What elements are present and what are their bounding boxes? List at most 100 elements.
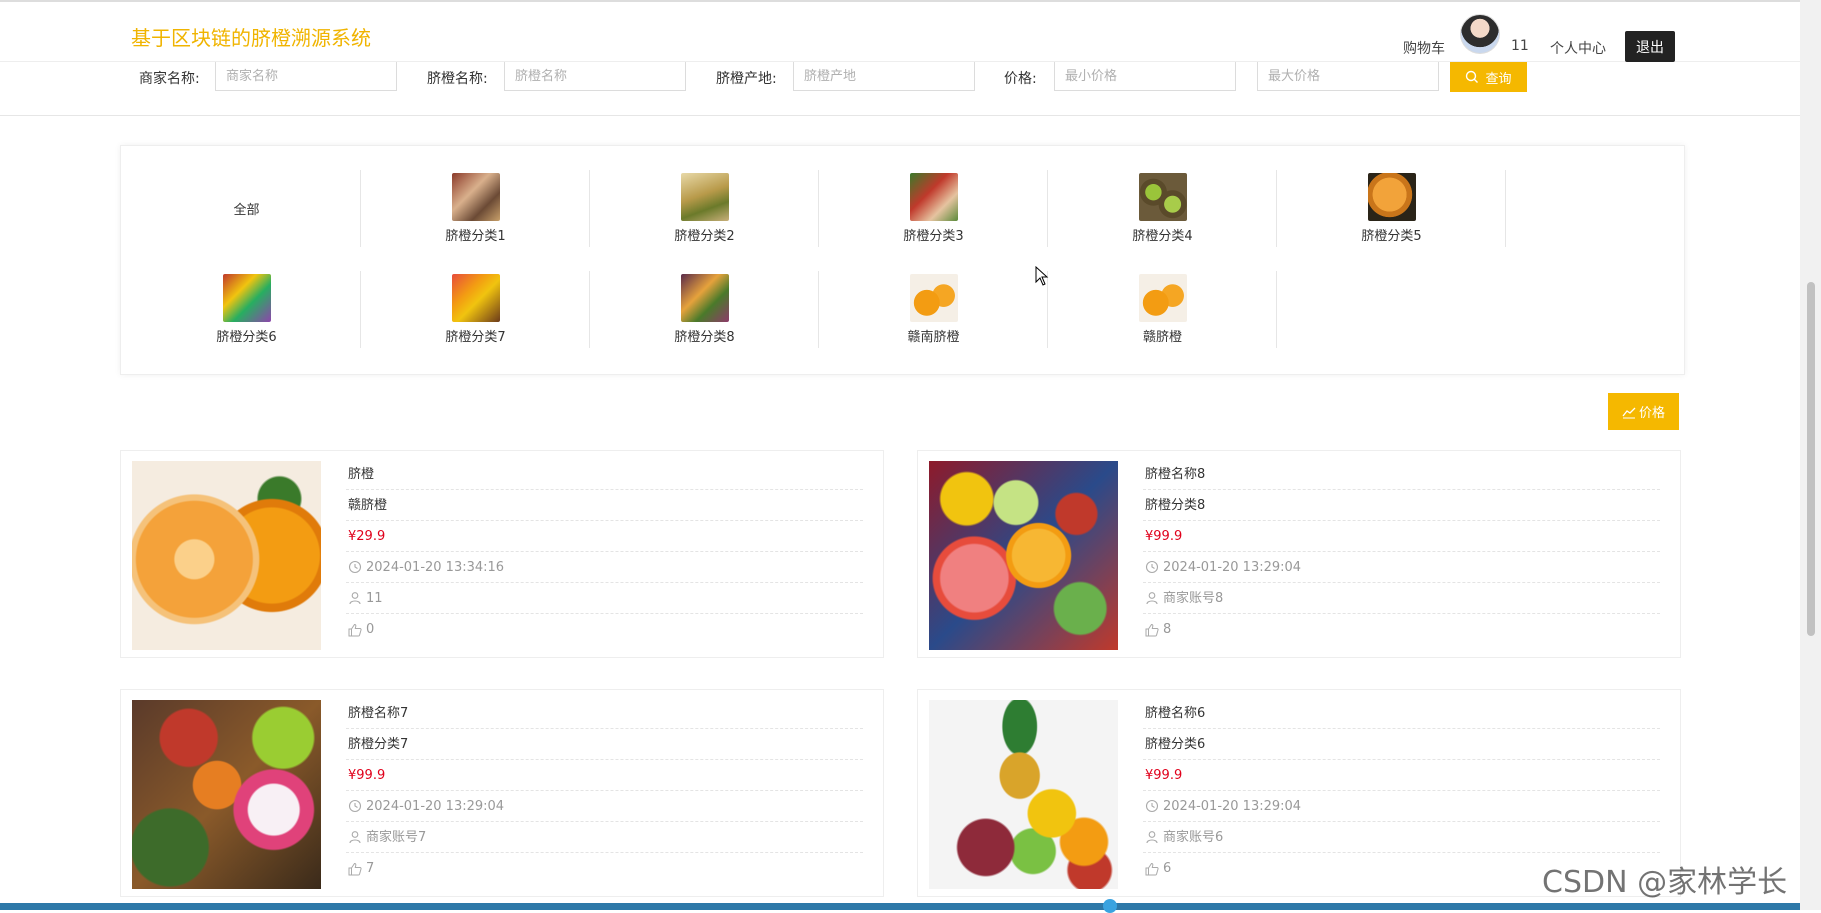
origin-input[interactable] bbox=[793, 62, 975, 91]
category-thumbnail bbox=[1138, 173, 1187, 221]
product-image[interactable] bbox=[132, 700, 321, 889]
product-image[interactable] bbox=[929, 461, 1118, 650]
bottom-progress-bar bbox=[0, 903, 1800, 910]
site-title[interactable]: 基于区块链的脐橙溯源系统 bbox=[131, 22, 371, 51]
category-label: 全部 bbox=[233, 203, 260, 218]
search-bar: 商家名称: 脐橙名称: 脐橙产地: 价格: 查询 bbox=[0, 62, 1800, 116]
product-likes: 0 bbox=[366, 622, 375, 637]
user-icon bbox=[349, 831, 361, 844]
product-merchant: 11 bbox=[366, 590, 383, 606]
name-input[interactable] bbox=[504, 62, 686, 91]
category-label: 脐橙分类2 bbox=[674, 229, 735, 244]
product-name[interactable]: 脐橙 bbox=[346, 459, 863, 490]
name-label: 脐橙名称: bbox=[427, 71, 488, 87]
product-image[interactable] bbox=[132, 461, 321, 650]
category-panel: 全部 脐橙分类1 脐橙分类2 脐橙分类3 脐橙分类4 脐橙分类5 脐橙分类6 脐… bbox=[120, 145, 1685, 375]
product-name[interactable]: 脐橙名称6 bbox=[1143, 698, 1660, 729]
category-thumbnail bbox=[1367, 173, 1416, 221]
user-icon bbox=[349, 592, 361, 605]
product-time: 2024-01-20 13:29:04 bbox=[366, 798, 505, 814]
product-category: 脐橙分类8 bbox=[1143, 490, 1660, 521]
category-thumbnail bbox=[451, 173, 500, 221]
product-likes-row: 0 bbox=[346, 614, 863, 645]
search-icon bbox=[1466, 70, 1479, 83]
username: 11 bbox=[1511, 38, 1529, 54]
category-thumbnail bbox=[680, 274, 729, 322]
min-price-input[interactable] bbox=[1054, 62, 1236, 91]
sort-by-price-button[interactable]: 价格 bbox=[1608, 393, 1679, 430]
progress-handle[interactable] bbox=[1103, 899, 1117, 913]
product-time: 2024-01-20 13:34:16 bbox=[366, 559, 505, 575]
category-label: 脐橙分类3 bbox=[903, 229, 964, 244]
product-time-row: 2024-01-20 13:29:04 bbox=[346, 791, 863, 822]
category-thumbnail bbox=[680, 173, 729, 221]
product-time: 2024-01-20 13:29:04 bbox=[1163, 559, 1302, 575]
product-card[interactable]: 脐橙名称8 脐橙分类8 ¥99.9 2024-01-20 13:29:04 商家… bbox=[917, 450, 1681, 658]
product-merchant: 商家账号7 bbox=[366, 829, 427, 845]
category-thumbnail bbox=[451, 274, 500, 322]
category-all[interactable]: 全部 bbox=[132, 170, 361, 247]
sort-label: 价格 bbox=[1638, 405, 1665, 420]
logout-button[interactable]: 退出 bbox=[1625, 31, 1675, 62]
price-label: 价格: bbox=[1004, 71, 1037, 87]
category-item[interactable]: 脐橙分类6 bbox=[132, 271, 361, 348]
trend-icon bbox=[1622, 407, 1636, 418]
product-merchant-row: 商家账号8 bbox=[1143, 583, 1660, 614]
category-item[interactable]: 赣南脐橙 bbox=[819, 271, 1048, 348]
origin-label: 脐橙产地: bbox=[716, 71, 777, 87]
avatar[interactable] bbox=[1460, 14, 1500, 54]
product-likes: 6 bbox=[1163, 861, 1172, 876]
category-item[interactable]: 脐橙分类2 bbox=[590, 170, 819, 247]
product-name[interactable]: 脐橙名称8 bbox=[1143, 459, 1660, 490]
category-thumbnail bbox=[1138, 274, 1187, 322]
category-item[interactable]: 脐橙分类7 bbox=[361, 271, 590, 348]
product-merchant-row: 商家账号7 bbox=[346, 822, 863, 853]
product-price: ¥29.9 bbox=[346, 521, 863, 552]
category-item[interactable]: 脐橙分类5 bbox=[1277, 170, 1506, 247]
category-label: 脐橙分类4 bbox=[1132, 229, 1193, 244]
category-label: 赣脐橙 bbox=[1142, 330, 1182, 345]
product-time: 2024-01-20 13:29:04 bbox=[1163, 798, 1302, 814]
merchant-input[interactable] bbox=[215, 62, 397, 91]
product-card[interactable]: 脐橙 赣脐橙 ¥29.9 2024-01-20 13:34:16 11 0 bbox=[120, 450, 884, 658]
product-name[interactable]: 脐橙名称7 bbox=[346, 698, 863, 729]
thumbs-up-icon bbox=[1145, 623, 1159, 636]
thumbs-up-icon bbox=[348, 623, 362, 636]
category-item[interactable]: 脐橙分类1 bbox=[361, 170, 590, 247]
query-label: 查询 bbox=[1485, 70, 1512, 86]
user-icon bbox=[1146, 592, 1158, 605]
product-merchant: 商家账号8 bbox=[1163, 590, 1224, 606]
merchant-label: 商家名称: bbox=[139, 71, 200, 87]
profile-link[interactable]: 个人中心 bbox=[1550, 38, 1606, 58]
product-category: 脐橙分类6 bbox=[1143, 729, 1660, 760]
product-likes: 8 bbox=[1163, 622, 1172, 637]
thumbs-up-icon bbox=[348, 862, 362, 875]
cart-link[interactable]: 购物车 bbox=[1403, 38, 1445, 58]
category-item[interactable]: 赣脐橙 bbox=[1048, 271, 1277, 348]
category-item[interactable]: 脐橙分类4 bbox=[1048, 170, 1277, 247]
product-image[interactable] bbox=[929, 700, 1118, 889]
product-time-row: 2024-01-20 13:29:04 bbox=[1143, 791, 1660, 822]
category-label: 脐橙分类5 bbox=[1361, 229, 1422, 244]
product-likes: 7 bbox=[366, 861, 375, 876]
clock-icon bbox=[1145, 799, 1159, 813]
category-thumbnail bbox=[222, 274, 271, 322]
product-merchant: 商家账号6 bbox=[1163, 829, 1224, 845]
page-scrollbar[interactable] bbox=[1800, 0, 1821, 910]
product-category: 脐橙分类7 bbox=[346, 729, 863, 760]
clock-icon bbox=[348, 799, 362, 813]
category-label: 脐橙分类8 bbox=[674, 330, 735, 345]
category-item[interactable]: 脐橙分类3 bbox=[819, 170, 1048, 247]
category-thumbnail bbox=[909, 274, 958, 322]
product-price: ¥99.9 bbox=[1143, 760, 1660, 791]
mouse-cursor-icon bbox=[1035, 266, 1049, 286]
query-button[interactable]: 查询 bbox=[1450, 62, 1527, 92]
category-thumbnail bbox=[909, 173, 958, 221]
max-price-input[interactable] bbox=[1257, 62, 1439, 91]
product-merchant-row: 商家账号6 bbox=[1143, 822, 1660, 853]
user-icon bbox=[1146, 831, 1158, 844]
product-merchant-row: 11 bbox=[346, 583, 863, 614]
product-card[interactable]: 脐橙名称7 脐橙分类7 ¥99.9 2024-01-20 13:29:04 商家… bbox=[120, 689, 884, 897]
category-item[interactable]: 脐橙分类8 bbox=[590, 271, 819, 348]
scrollbar-thumb[interactable] bbox=[1807, 282, 1815, 636]
